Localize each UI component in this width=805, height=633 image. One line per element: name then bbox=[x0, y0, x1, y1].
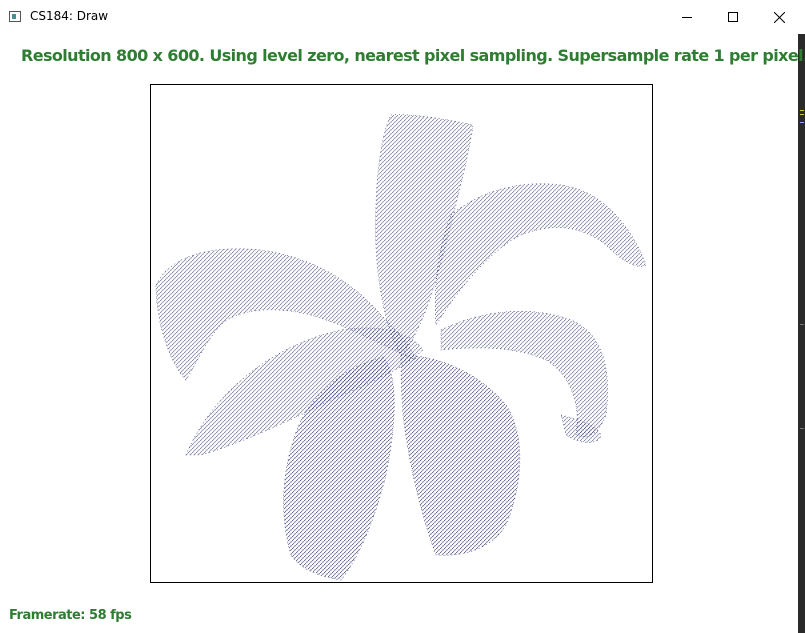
flower-petal bbox=[400, 354, 521, 556]
framerate-label: Framerate: 58 fps bbox=[9, 608, 132, 623]
drawing-canvas[interactable] bbox=[150, 84, 653, 583]
close-button[interactable] bbox=[756, 0, 802, 34]
maximize-button[interactable] bbox=[710, 0, 756, 34]
minimize-icon bbox=[682, 17, 692, 18]
window-title: CS184: Draw bbox=[30, 9, 109, 23]
status-text: Resolution 800 x 600. Using level zero, … bbox=[21, 46, 805, 65]
stippled-flower-image bbox=[155, 114, 647, 581]
background-window-edge bbox=[798, 34, 805, 633]
title-bar[interactable]: CS184: Draw bbox=[0, 0, 805, 34]
maximize-icon bbox=[728, 12, 738, 22]
close-icon bbox=[773, 11, 785, 23]
minimize-button[interactable] bbox=[664, 0, 710, 34]
app-window: CS184: Draw Resolution 800 x 600. Using … bbox=[0, 0, 805, 633]
app-icon bbox=[9, 11, 21, 22]
flower-petal bbox=[434, 183, 647, 326]
